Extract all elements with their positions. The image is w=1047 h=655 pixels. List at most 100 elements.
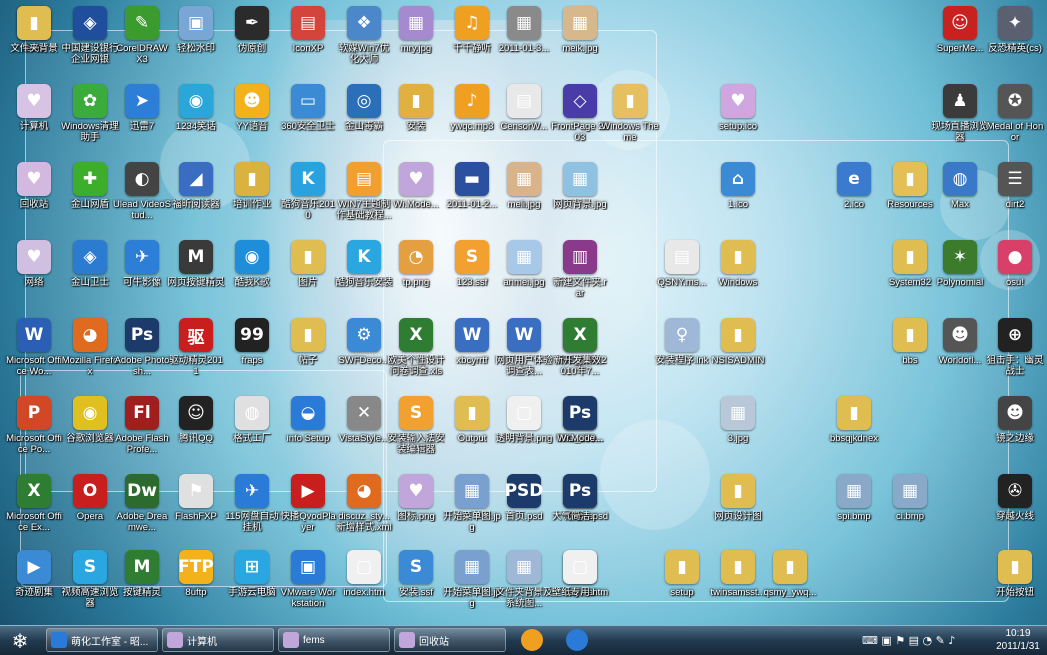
desktop-icon[interactable]: ✿ Windows清理助手 [60,82,120,156]
desktop-icon[interactable]: ✕ VistaStyle... [334,394,394,468]
desktop-icon[interactable]: S 安装输入法安装编辑器 [386,394,446,468]
desktop-icon[interactable]: ▤ WIN7主题制作基础教程... [334,160,394,234]
desktop-icon[interactable]: PSD 首页.psd [494,472,554,546]
desktop-icon[interactable]: Ps Wi.Mode... [550,394,610,468]
desktop-icon[interactable]: Ps 大气简洁.psd [550,472,610,546]
desktop-icon[interactable]: K 酷狗音乐安装 [334,238,394,312]
desktop-icon[interactable]: ▮ 帖子 [278,316,338,390]
desktop-icon[interactable]: ⌂ 1.ico [708,160,768,234]
desktop-icon[interactable]: ▤ QSNY.ms... [652,238,712,312]
desktop-icon[interactable]: S 安装.ssf [386,548,446,622]
desktop-icon[interactable]: ▣ 轻松水印 [166,4,226,78]
desktop-icon[interactable]: ▦ anmei.jpg [494,238,554,312]
desktop-icon[interactable]: ▮ 培训作业 [222,160,282,234]
desktop-icon[interactable]: X 欧美个性设计问卷调查.xls [386,316,446,390]
desktop-icon[interactable]: ▦ 文件夹背景及系统图... [494,548,554,622]
desktop-icon[interactable]: ▭ 360安全卫士 [278,82,338,156]
desktop-icon[interactable]: ▮ qsmy_ywq... [760,548,820,622]
tray-icons[interactable]: ⌨ ▣ ⚑ ▤ ◔ ✎ ♪ [862,634,955,647]
qianqian-icon[interactable] [521,629,543,651]
desktop-icon[interactable]: X Microsoft Office Ex... [4,472,64,546]
desktop-icon[interactable]: W Microsoft Office Wo... [4,316,64,390]
desktop-icon[interactable]: M 网页按键精灵 [166,238,226,312]
desktop-icon[interactable]: ❖ 软媒Win7优化大师 [334,4,394,78]
desktop-icon[interactable]: FTP 8uftp [166,548,226,622]
desktop-icon[interactable]: X 新开发集效2010年7... [550,316,610,390]
desktop-icon[interactable]: ▦ 开始菜单图.jpg [442,548,502,622]
desktop-icon[interactable]: ☻ YY语音 [222,82,282,156]
desktop-icon[interactable]: ▮ 安装 [386,82,446,156]
desktop-icon[interactable]: ✒ 伪原创 [222,4,282,78]
desktop-icon[interactable]: ▮ Windows [708,238,768,312]
desktop-icon[interactable]: ✦ 反恐精英(cs) [985,4,1045,78]
desktop-icon[interactable]: ◒ info Setup [278,394,338,468]
desktop-icon[interactable]: ♫ 千千静听 [442,4,502,78]
taskbar-button-computer[interactable]: 计算机 [162,628,274,652]
desktop-icon[interactable]: ◉ 谷歌浏览器 [60,394,120,468]
desktop-icon[interactable]: ◍ 格式工厂 [222,394,282,468]
desktop-icon[interactable]: e 2.ico [824,160,884,234]
desktop-icon[interactable]: ♥ 回收站 [4,160,64,234]
desktop-icon[interactable]: ⚙ SWFDeco... [334,316,394,390]
desktop-icon[interactable]: ♥ setup.ico [708,82,768,156]
taskbar-button-recycle-bin[interactable]: 回收站 [394,628,506,652]
desktop-icon[interactable]: ▦ 2011-01-3... [494,4,554,78]
desktop-icon[interactable]: ☻ 镜之边缘 [985,394,1045,468]
desktop-icon[interactable]: ✎ CorelDRAW X3 [112,4,172,78]
desktop-icon[interactable]: ▦ ci.bmp [880,472,940,546]
desktop-icon[interactable]: ◕ discuz_sty...新增样式.xml [334,472,394,546]
start-button[interactable]: ❄ [2,627,38,654]
desktop-icon[interactable]: ☺ 腾讯QQ [166,394,226,468]
desktop-icon[interactable]: ⚑ FlashFXP [166,472,226,546]
desktop-icon[interactable]: ▮ 图片 [278,238,338,312]
desktop-icon[interactable]: O Opera [60,472,120,546]
xunlei-icon[interactable] [566,629,588,651]
desktop-icon[interactable]: ▦ 开始菜单图.jpg [442,472,502,546]
desktop-icon[interactable]: ▮ twinsamsst... [708,548,768,622]
desktop-icon[interactable]: ✶ Polynomial [930,238,990,312]
desktop-icon[interactable]: ◈ 金山卫士 [60,238,120,312]
desktop-icon[interactable]: ◍ Max [930,160,990,234]
desktop-icon[interactable]: ♟ 现场直播浏览器 [930,82,990,156]
desktop-icon[interactable]: ♥ Wi.Mode... [386,160,446,234]
desktop-icon[interactable]: S 123.ssf [442,238,502,312]
desktop-icon[interactable]: ▮ 开始按钮 [985,548,1045,622]
desktop-icon[interactable]: ▶ 奇迹剧集 [4,548,64,622]
desktop-icon[interactable]: ▮ setup [652,548,712,622]
desktop-icon[interactable]: ◔ tp.png [386,238,446,312]
desktop-icon[interactable]: ♥ 网络 [4,238,64,312]
desktop-icon[interactable]: ▤ CensorW... [494,82,554,156]
clock[interactable]: 10:19 2011/1/31 [995,627,1041,654]
desktop-icon[interactable]: Wxbcyrrtf [442,316,502,390]
desktop-icon[interactable]: ▦ 网页背景.jpg [550,160,610,234]
desktop-icon[interactable]: ● osu! [985,238,1045,312]
desktop-icon[interactable]: ◉ 酷我K歌 [222,238,282,312]
desktop-icon[interactable]: ▦ spi.bmp [824,472,884,546]
desktop-icon[interactable]: ✈ 115网盘自动挂机 [222,472,282,546]
desktop-icon[interactable]: ⊞ 手游云电脑 [222,548,282,622]
desktop-icon[interactable]: ✇ 穿越火线 [985,472,1045,546]
desktop-icon[interactable]: ▶ 快播QvodPlayer [278,472,338,546]
desktop-icon[interactable]: K 酷狗音乐2010 [278,160,338,234]
desktop-icon[interactable]: ◢ 福昕阅读器 [166,160,226,234]
desktop-icon[interactable]: ▦ meik.jpg [550,4,610,78]
desktop-icon[interactable]: 99 fraps [222,316,282,390]
desktop-icon[interactable]: Ps Adobe Photosh... [112,316,172,390]
desktop-icon[interactable]: ▦ 3.jpg [708,394,768,468]
desktop-icon[interactable]: 驱驱动精灵2011 [166,316,226,390]
desktop-icon[interactable]: P Microsoft Office Po... [4,394,64,468]
desktop-icon[interactable]: ☻ Worldofl... [930,316,990,390]
desktop-icon[interactable]: Fl Adobe Flash Profe... [112,394,172,468]
desktop-icon[interactable]: ♥ 计算机 [4,82,64,156]
desktop-icon[interactable]: ➤ 迅雷7 [112,82,172,156]
desktop-icon[interactable]: ♀ 安装程序.lnk [652,316,712,390]
desktop-icon[interactable]: ◎ 金山毒霸 [334,82,394,156]
desktop-icon[interactable]: M 按键精灵 [112,548,172,622]
desktop-icon[interactable]: ▣ VMware Workstation [278,548,338,622]
desktop-icon[interactable]: ▦ mry.jpg [386,4,446,78]
desktop-icon[interactable]: ▬ 2011-01-2... [442,160,502,234]
desktop-icon[interactable]: ♪ ywqc.mp3 [442,82,502,156]
desktop-icon[interactable]: ▮ bbsqjkdnex [824,394,884,468]
taskbar-button-fems[interactable]: fems [278,628,390,652]
desktop-icon[interactable]: ☰ dirt2 [985,160,1045,234]
